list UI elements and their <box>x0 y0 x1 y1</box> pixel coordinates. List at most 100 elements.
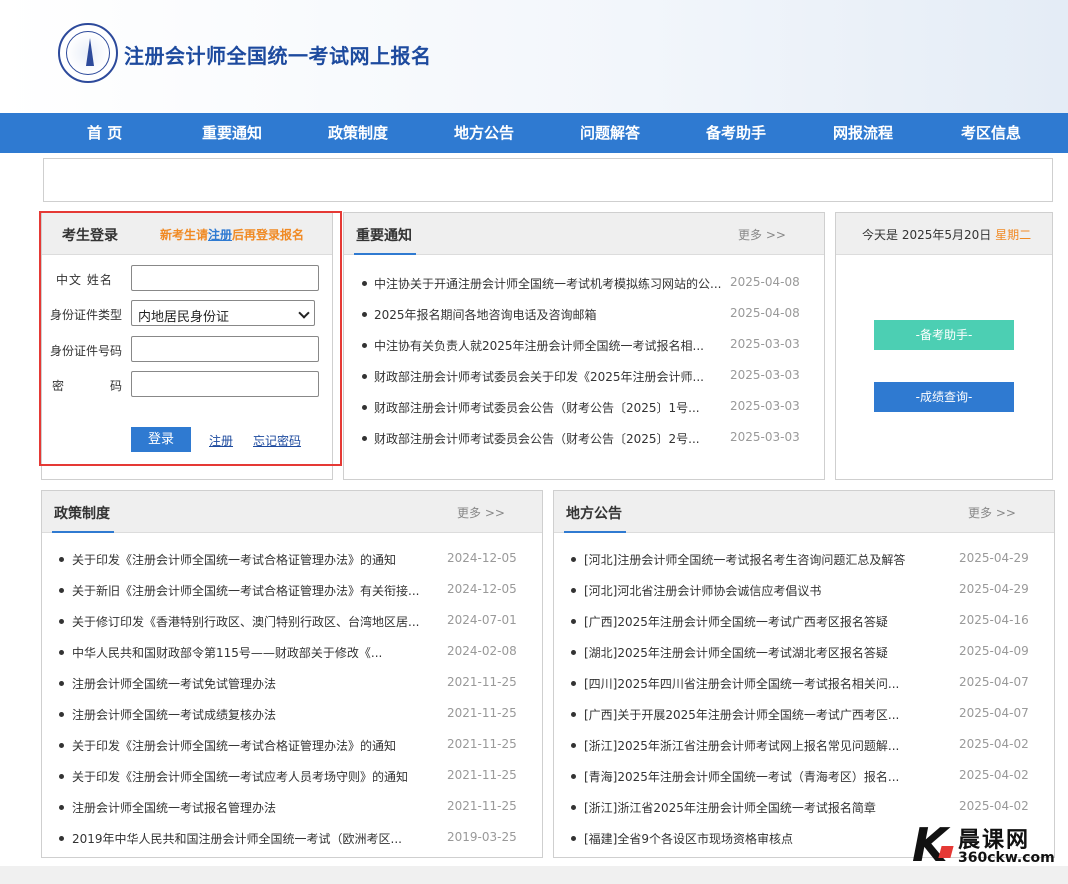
list-item[interactable]: [广西]2025年注册会计师全国统一考试广西考区报名答疑 2025-04-16 <box>554 612 1054 632</box>
site-title[interactable]: 注册会计师全国统一考试网上报名 <box>124 40 432 69</box>
list-item-title[interactable]: 财政部注册会计师考试委员会关于印发《2025年注册会计师... <box>374 368 722 385</box>
policy-more-link[interactable]: 更多 >> <box>457 504 505 521</box>
list-item-title[interactable]: 2025年报名期间各地咨询电话及咨询邮箱 <box>374 306 722 323</box>
list-item-date: 2025-03-03 <box>730 399 800 413</box>
list-item-title[interactable]: [广西]关于开展2025年注册会计师全国统一考试广西考区... <box>584 706 954 723</box>
bullet-icon <box>362 405 367 410</box>
list-item-date: 2025-03-03 <box>730 368 800 382</box>
bullet-icon <box>362 343 367 348</box>
list-item[interactable]: 关于印发《注册会计师全国统一考试合格证管理办法》的通知 2024-12-05 <box>42 550 542 570</box>
list-item-title[interactable]: [河北]河北省注册会计师协会诚信应考倡议书 <box>584 582 954 599</box>
nav-region[interactable]: 考区信息 <box>961 113 1021 153</box>
list-item[interactable]: 财政部注册会计师考试委员会公告（财考公告〔2025〕1号... 2025-03-0… <box>344 398 824 418</box>
list-item-date: 2025-04-29 <box>959 582 1029 596</box>
list-item-title[interactable]: [河北]注册会计师全国统一考试报名考生咨询问题汇总及解答 <box>584 551 954 568</box>
list-item-title[interactable]: [浙江]2025年浙江省注册会计师考试网上报名常见问题解... <box>584 737 954 754</box>
bullet-icon <box>59 712 64 717</box>
list-item-title[interactable]: 关于新旧《注册会计师全国统一考试合格证管理办法》有关衔接... <box>72 582 440 599</box>
list-item-title[interactable]: 2019年中华人民共和国注册会计师全国统一考试（欧洲考区... <box>72 830 440 847</box>
local-more-link[interactable]: 更多 >> <box>968 504 1016 521</box>
list-item[interactable]: 中华人民共和国财政部令第115号——财政部关于修改《... 2024-02-08 <box>42 643 542 663</box>
nav-faq[interactable]: 问题解答 <box>580 113 640 153</box>
bullet-icon <box>571 712 576 717</box>
list-item-title[interactable]: 关于印发《注册会计师全国统一考试合格证管理办法》的通知 <box>72 737 440 754</box>
list-item[interactable]: [湖北]2025年注册会计师全国统一考试湖北考区报名答疑 2025-04-09 <box>554 643 1054 663</box>
notices-more-link[interactable]: 更多 >> <box>738 226 786 243</box>
list-item[interactable]: 财政部注册会计师考试委员会公告（财考公告〔2025〕2号... 2025-03-0… <box>344 429 824 449</box>
list-item-title[interactable]: [湖北]2025年注册会计师全国统一考试湖北考区报名答疑 <box>584 644 954 661</box>
list-item[interactable]: 关于修订印发《香港特别行政区、澳门特别行政区、台湾地区居... 2024-07-0… <box>42 612 542 632</box>
list-item-date: 2021-11-25 <box>447 799 517 813</box>
bullet-icon <box>362 281 367 286</box>
bullet-icon <box>59 588 64 593</box>
list-item[interactable]: 2019年中华人民共和国注册会计师全国统一考试（欧洲考区... 2019-03-2… <box>42 829 542 849</box>
list-item-date: 2021-11-25 <box>447 768 517 782</box>
policy-panel-header: 政策制度 更多 >> <box>42 491 542 533</box>
list-item-date: 2025-03-03 <box>730 430 800 444</box>
notices-panel-header: 重要通知 更多 >> <box>344 213 824 255</box>
watermark-accent-icon <box>938 846 954 858</box>
bullet-icon <box>571 681 576 686</box>
list-item[interactable]: 注册会计师全国统一考试免试管理办法 2021-11-25 <box>42 674 542 694</box>
list-item-title[interactable]: 关于印发《注册会计师全国统一考试合格证管理办法》的通知 <box>72 551 440 568</box>
list-item-date: 2025-04-02 <box>959 737 1029 751</box>
nav-local[interactable]: 地方公告 <box>454 113 514 153</box>
today-date: 今天是 2025年5月20日 星期二 <box>862 226 1031 243</box>
nav-prep[interactable]: 备考助手 <box>706 113 766 153</box>
list-item[interactable]: [四川]2025年四川省注册会计师全国统一考试报名相关问... 2025-04-0… <box>554 674 1054 694</box>
list-item-title[interactable]: 中华人民共和国财政部令第115号——财政部关于修改《... <box>72 644 440 661</box>
bullet-icon <box>571 650 576 655</box>
list-item[interactable]: [河北]河北省注册会计师协会诚信应考倡议书 2025-04-29 <box>554 581 1054 601</box>
bullet-icon <box>59 650 64 655</box>
list-item-title[interactable]: [福建]全省9个各设区市现场资格审核点 <box>584 830 914 847</box>
list-item-title[interactable]: 注册会计师全国统一考试免试管理办法 <box>72 675 440 692</box>
list-item[interactable]: 注册会计师全国统一考试报名管理办法 2021-11-25 <box>42 798 542 818</box>
list-item-title[interactable]: 注册会计师全国统一考试报名管理办法 <box>72 799 440 816</box>
list-item[interactable]: 财政部注册会计师考试委员会关于印发《2025年注册会计师... 2025-03-0… <box>344 367 824 387</box>
list-item[interactable]: 2025年报名期间各地咨询电话及咨询邮箱 2025-04-08 <box>344 305 824 325</box>
list-item[interactable]: 关于新旧《注册会计师全国统一考试合格证管理办法》有关衔接... 2024-12-0… <box>42 581 542 601</box>
bullet-icon <box>362 374 367 379</box>
list-item-title[interactable]: 中注协关于开通注册会计师全国统一考试机考模拟练习网站的公... <box>374 275 722 292</box>
list-item-title[interactable]: 中注协有关负责人就2025年注册会计师全国统一考试报名相... <box>374 337 722 354</box>
nav-home[interactable]: 首 页 <box>87 113 122 153</box>
list-item-date: 2025-04-07 <box>959 675 1029 689</box>
list-item[interactable]: [浙江]2025年浙江省注册会计师考试网上报名常见问题解... 2025-04-0… <box>554 736 1054 756</box>
cicpa-logo[interactable] <box>58 23 118 83</box>
bullet-icon <box>59 619 64 624</box>
list-item-title[interactable]: [青海]2025年注册会计师全国统一考试（青海考区）报名... <box>584 768 954 785</box>
list-item-title[interactable]: 关于修订印发《香港特别行政区、澳门特别行政区、台湾地区居... <box>72 613 440 630</box>
score-query-button[interactable]: -成绩查询- <box>874 382 1014 412</box>
prep-assistant-button[interactable]: -备考助手- <box>874 320 1014 350</box>
list-item-title[interactable]: 注册会计师全国统一考试成绩复核办法 <box>72 706 440 723</box>
list-item-date: 2021-11-25 <box>447 737 517 751</box>
bullet-icon <box>59 681 64 686</box>
list-item[interactable]: 关于印发《注册会计师全国统一考试合格证管理办法》的通知 2021-11-25 <box>42 736 542 756</box>
list-item[interactable]: 中注协有关负责人就2025年注册会计师全国统一考试报名相... 2025-03-0… <box>344 336 824 356</box>
list-item-title[interactable]: 财政部注册会计师考试委员会公告（财考公告〔2025〕2号... <box>374 430 722 447</box>
list-item[interactable]: 注册会计师全国统一考试成绩复核办法 2021-11-25 <box>42 705 542 725</box>
list-item[interactable]: 关于印发《注册会计师全国统一考试应考人员考场守则》的通知 2021-11-25 <box>42 767 542 787</box>
list-item-title[interactable]: 关于印发《注册会计师全国统一考试应考人员考场守则》的通知 <box>72 768 440 785</box>
list-item-date: 2024-12-05 <box>447 551 517 565</box>
list-item[interactable]: 中注协关于开通注册会计师全国统一考试机考模拟练习网站的公... 2025-04-0… <box>344 274 824 294</box>
bullet-icon <box>571 557 576 562</box>
bullet-icon <box>571 588 576 593</box>
list-item-date: 2025-04-02 <box>959 768 1029 782</box>
list-item[interactable]: [青海]2025年注册会计师全国统一考试（青海考区）报名... 2025-04-0… <box>554 767 1054 787</box>
nav-policy[interactable]: 政策制度 <box>328 113 388 153</box>
bullet-icon <box>571 774 576 779</box>
list-item-title[interactable]: [四川]2025年四川省注册会计师全国统一考试报名相关问... <box>584 675 954 692</box>
list-item-title[interactable]: [浙江]浙江省2025年注册会计师全国统一考试报名简章 <box>584 799 954 816</box>
list-item[interactable]: [广西]关于开展2025年注册会计师全国统一考试广西考区... 2025-04-0… <box>554 705 1054 725</box>
nav-notices[interactable]: 重要通知 <box>202 113 262 153</box>
local-title-underline <box>564 531 626 533</box>
nav-process[interactable]: 网报流程 <box>833 113 893 153</box>
list-item[interactable]: [浙江]浙江省2025年注册会计师全国统一考试报名简章 2025-04-02 <box>554 798 1054 818</box>
list-item-title[interactable]: [广西]2025年注册会计师全国统一考试广西考区报名答疑 <box>584 613 954 630</box>
list-item[interactable]: [河北]注册会计师全国统一考试报名考生咨询问题汇总及解答 2025-04-29 <box>554 550 1054 570</box>
bullet-icon <box>59 805 64 810</box>
list-item-date: 2021-11-25 <box>447 706 517 720</box>
list-item-title[interactable]: 财政部注册会计师考试委员会公告（财考公告〔2025〕1号... <box>374 399 722 416</box>
footer-strip <box>0 866 1068 884</box>
